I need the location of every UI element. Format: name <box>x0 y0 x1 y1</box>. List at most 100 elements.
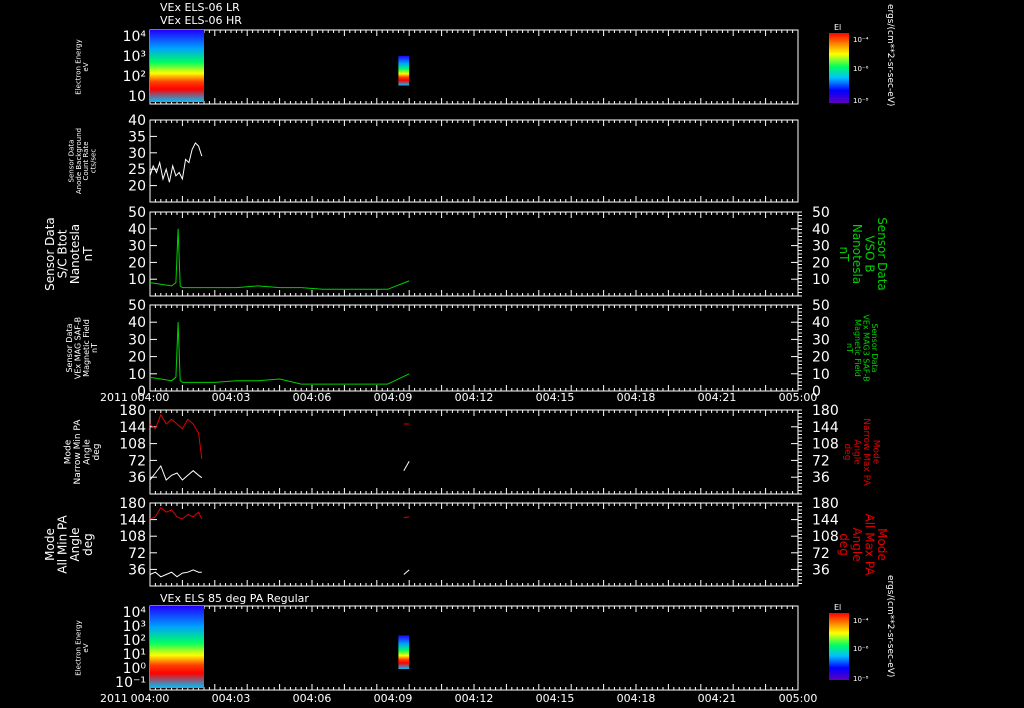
y-tick-label: 144 <box>119 420 146 436</box>
colorbar-tick: 10⁻⁴ <box>853 617 869 625</box>
y-axis-label: ModeNarrow Min PAAngledeg <box>64 419 102 485</box>
y-tick-label-right: 108 <box>812 437 839 453</box>
y-tick-label: 20 <box>128 179 146 195</box>
time-axis-labels-upper: 2011 004:00 004:03 004:06 004:09 004:12 004:15… <box>100 391 817 404</box>
y-tick-label: 10³ <box>123 49 146 65</box>
colorbar-tick: 10⁻⁶ <box>853 645 869 653</box>
panel-mag_field: 50 5040 4030 3020 2010 100 0Sensor DataVEx MAG… <box>65 298 879 400</box>
colorbar-title: El <box>834 23 841 32</box>
time-tick-label: 004:00 <box>131 391 170 404</box>
y-tick-label: 180 <box>119 403 146 419</box>
y-tick-label: 108 <box>119 529 146 545</box>
spectrogram-block <box>150 606 204 688</box>
time-tick-label: 005:00 <box>779 692 818 705</box>
y-tick-label-right: 40 <box>812 315 830 331</box>
series-line <box>149 228 410 290</box>
year-label: 2011 <box>100 391 128 404</box>
y-tick-label: 72 <box>128 546 146 562</box>
colorbar-tick: 10⁻⁴ <box>853 36 869 44</box>
time-tick-label: 004:09 <box>374 391 413 404</box>
y-tick-label-right: 108 <box>812 529 839 545</box>
y-axis-label: Electron EnergyeV <box>75 39 90 94</box>
y-tick-label: 144 <box>119 513 146 529</box>
plot-frame <box>149 502 799 587</box>
y-axis-label-right: ModeNarrow Max PAAngledeg <box>842 418 880 486</box>
y-tick-label: 180 <box>119 496 146 512</box>
y-tick-label: 30 <box>128 146 146 162</box>
panel-sc_bmag: 50 5040 4030 3020 2010 10Sensor DataS/C BtotN… <box>43 205 889 297</box>
panel-all_pa: 180 180144 144108 10872 7236 36ModeAll Min PA… <box>43 496 889 587</box>
y-tick-label-right: 180 <box>812 403 839 419</box>
time-tick-label: 004:03 <box>212 692 251 705</box>
y-tick-label: 35 <box>128 129 146 145</box>
series-line <box>403 569 410 575</box>
series-line <box>149 569 202 578</box>
y-axis-label-right: Sensor DataVEx MAG3 SAF-BMagnetic Fieldn… <box>845 314 879 381</box>
plot-frame <box>149 304 799 392</box>
time-tick-label: 005:00 <box>779 391 818 404</box>
colorbar-tick: 10⁻⁶ <box>853 65 869 73</box>
colorbar-gradient <box>829 613 849 680</box>
colorbar-tick: 10⁻⁸ <box>853 675 869 683</box>
plot-frame <box>149 409 799 495</box>
y-tick-label: 10⁻¹ <box>115 675 146 691</box>
time-tick-label: 004:06 <box>293 391 332 404</box>
y-tick-label: 30 <box>128 239 146 255</box>
time-tick-label: 004:18 <box>617 391 656 404</box>
y-axis-label-right: Sensor DataVSO BNanoteslanT <box>837 217 889 291</box>
y-tick-label: 10 <box>128 272 146 288</box>
y-tick-label: 20 <box>128 255 146 271</box>
y-tick-label: 108 <box>119 437 146 453</box>
plot-frame <box>149 605 799 691</box>
colorbar-bottom: El 10⁻⁴ 10⁻⁶ 10⁻⁸ <box>829 603 869 683</box>
y-tick-label-right: 36 <box>812 470 830 486</box>
time-tick-label: 004:15 <box>536 391 575 404</box>
time-tick-label: 004:00 <box>131 692 170 705</box>
y-tick-label: 10 <box>128 367 146 383</box>
panel-spectrogram_lr: 10⁴ 10³ 10² 10 Electron EnergyeV <box>75 29 799 105</box>
y-axis-label: Sensor DataS/C BtotNanoteslanT <box>43 217 95 291</box>
plot-frame <box>149 211 799 297</box>
y-tick-label-right: 10 <box>812 367 830 383</box>
y-tick-label: 20 <box>128 350 146 366</box>
panel-spectrogram_85: 10⁴10³10²10¹10⁰10⁻¹Electron EnergyeV <box>75 605 799 691</box>
y-tick-label-right: 144 <box>812 420 839 436</box>
panel-narrow_pa: 180 180144 144108 10872 7236 36ModeNarrow Min… <box>64 403 881 495</box>
time-tick-label: 004:21 <box>698 692 737 705</box>
y-tick-label-right: 36 <box>812 562 830 578</box>
y-tick-label: 25 <box>128 162 146 178</box>
y-axis-label: ModeAll Min PAAngledeg <box>43 514 95 573</box>
y-tick-label-right: 50 <box>812 298 830 314</box>
y-tick-label-right: 180 <box>812 496 839 512</box>
y-tick-label: 72 <box>128 453 146 469</box>
colorbar-top: El 10⁻⁴ 10⁻⁶ 10⁻⁸ <box>829 23 869 105</box>
y-tick-label: 10 <box>128 89 146 105</box>
y-tick-label: 40 <box>128 315 146 331</box>
time-tick-label: 004:12 <box>455 692 494 705</box>
y-tick-label-right: 72 <box>812 546 830 562</box>
time-tick-label: 004:18 <box>617 692 656 705</box>
y-tick-label-right: 10 <box>812 272 830 288</box>
y-tick-label-right: 20 <box>812 350 830 366</box>
y-axis-label: Electron EnergyeV <box>75 620 90 675</box>
y-tick-label-right: 20 <box>812 255 830 271</box>
y-tick-label-right: 30 <box>812 332 830 348</box>
header-line-1: VEx ELS-06 LR <box>160 1 240 14</box>
y-tick-label: 30 <box>128 332 146 348</box>
multi-panel-plot: VEx ELS-06 LR VEx ELS-06 HR VEx ELS 85 d… <box>43 1 895 705</box>
plot-frame <box>149 119 799 203</box>
y-tick-label: 40 <box>128 113 146 129</box>
y-tick-label-right: 50 <box>812 205 830 221</box>
series-line <box>403 516 410 519</box>
year-label: 2011 <box>100 692 128 705</box>
series-line <box>149 464 203 481</box>
colorbar-tick: 10⁻⁸ <box>853 97 869 105</box>
spectrogram-block <box>398 55 410 86</box>
time-tick-label: 004:09 <box>374 692 413 705</box>
header-line-2: VEx ELS-06 HR <box>160 14 242 27</box>
bottom-panel-title: VEx ELS 85 deg PA Regular <box>160 592 309 605</box>
y-tick-label: 10² <box>123 69 146 85</box>
series-line <box>149 322 410 385</box>
plot-frame <box>149 29 799 105</box>
time-tick-label: 004:12 <box>455 391 494 404</box>
